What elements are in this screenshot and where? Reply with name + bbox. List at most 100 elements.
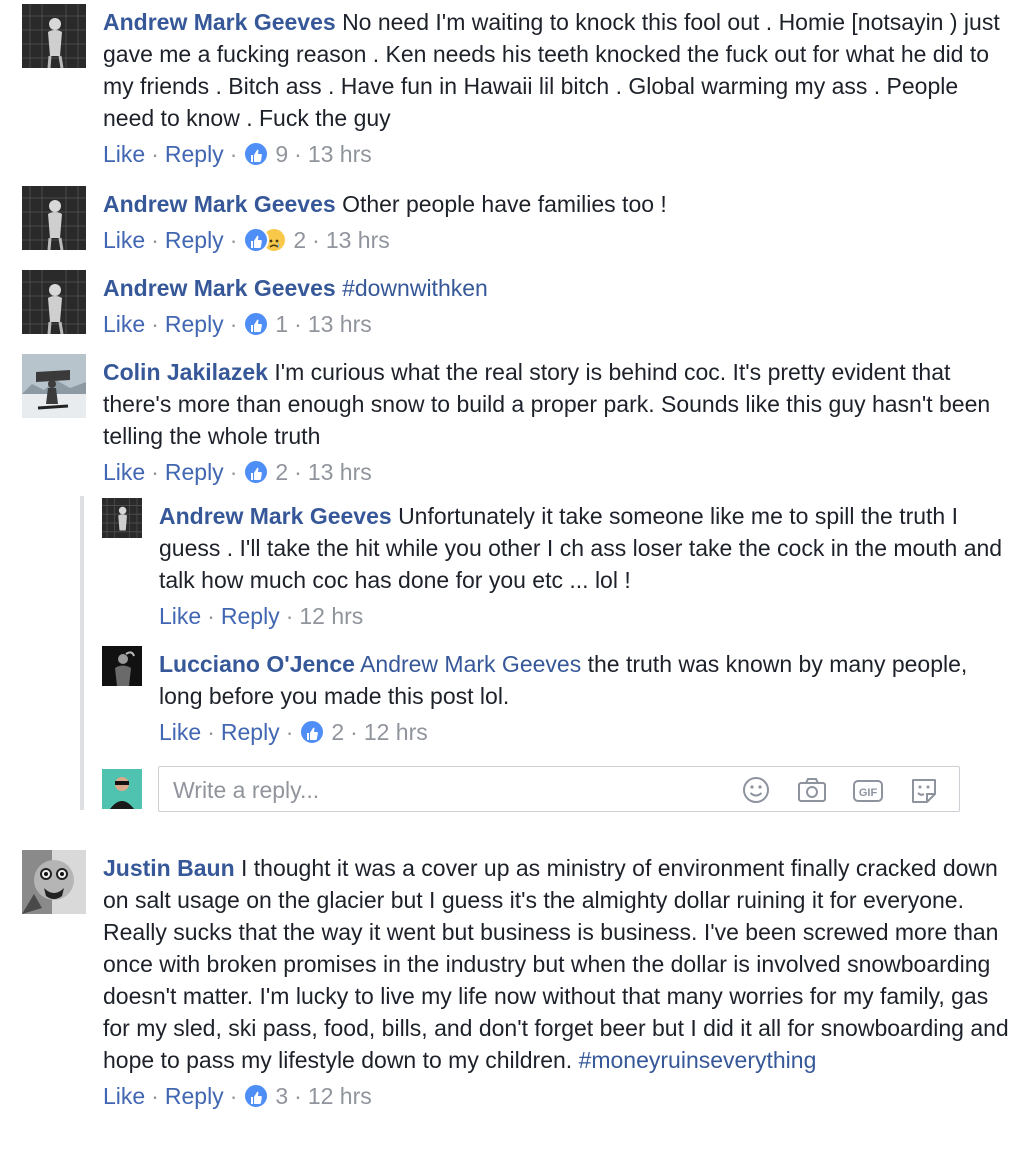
separator-dot: · <box>207 719 215 745</box>
reactions[interactable] <box>243 1083 270 1109</box>
reactions[interactable] <box>243 459 270 485</box>
reaction-count: 2 <box>275 459 289 485</box>
comment-actions: Like · Reply · 9 · 13 hrs <box>103 136 1010 172</box>
reply-input[interactable] <box>171 773 715 807</box>
separator-dot: · <box>285 719 294 745</box>
reply-link[interactable]: Reply <box>165 1080 224 1112</box>
reply-link[interactable]: Reply <box>165 456 224 488</box>
like-reaction-icon <box>243 227 270 253</box>
avatar[interactable] <box>22 270 86 334</box>
like-link[interactable]: Like <box>103 138 145 170</box>
comment-body: Andrew Mark Geeves Unfortunately it take… <box>159 500 1010 634</box>
comment-body: Lucciano O'Jence Andrew Mark Geeves the … <box>159 648 1010 750</box>
svg-text:GIF: GIF <box>859 787 878 799</box>
comment-text: Lucciano O'Jence Andrew Mark Geeves the … <box>159 648 1010 712</box>
mention-link[interactable]: Andrew Mark Geeves <box>360 651 581 677</box>
comment-actions: Like · Reply · 2 · 12 hrs <box>159 714 1010 750</box>
comment-text: Andrew Mark Geeves No need I'm waiting t… <box>103 6 1010 134</box>
comment-actions: Like · Reply · 3 · 12 hrs <box>103 1078 1010 1114</box>
reaction-count: 2 <box>331 719 345 745</box>
comment-body: Andrew Mark Geeves Other people have fam… <box>103 188 1010 258</box>
comment-actions: Like · Reply · 12 hrs <box>159 598 1010 634</box>
reply-link[interactable]: Reply <box>165 138 224 170</box>
comment-author[interactable]: Justin Baun <box>103 855 235 881</box>
separator-dot: · <box>294 141 302 167</box>
like-link[interactable]: Like <box>103 1080 145 1112</box>
comment-author[interactable]: Andrew Mark Geeves <box>159 503 392 529</box>
comment-text: Andrew Mark Geeves Other people have fam… <box>103 188 1010 220</box>
reactions[interactable] <box>299 719 326 745</box>
like-reaction-icon <box>299 719 326 745</box>
avatar[interactable] <box>102 498 142 538</box>
like-reaction-icon <box>243 311 270 337</box>
comment-actions: Like · Reply · 2 · 13 hrs <box>103 454 1010 490</box>
comment-actions: Like · Reply · 2 · 13 hrs <box>103 222 1010 258</box>
separator-dot: · <box>229 141 238 167</box>
reactions[interactable] <box>243 311 270 337</box>
separator-dot: · <box>294 459 302 485</box>
reaction-count: 1 <box>275 311 289 337</box>
comment-time[interactable]: 13 hrs <box>308 308 372 340</box>
comment-time[interactable]: 12 hrs <box>299 600 363 632</box>
avatar[interactable] <box>22 850 86 914</box>
comment-text: Andrew Mark Geeves Unfortunately it take… <box>159 500 1010 596</box>
reply-link[interactable]: Reply <box>221 600 280 632</box>
like-link[interactable]: Like <box>103 224 145 256</box>
avatar[interactable] <box>102 646 142 686</box>
hashtag-link[interactable]: #downwithken <box>342 275 488 301</box>
emoji-icon[interactable] <box>739 774 773 806</box>
comment-message: Other people have families too ! <box>342 191 667 217</box>
comment-author[interactable]: Colin Jakilazek <box>103 359 268 385</box>
camera-icon[interactable] <box>795 774 829 806</box>
gif-icon[interactable]: GIF <box>851 774 885 806</box>
like-link[interactable]: Like <box>159 600 201 632</box>
separator-dot: · <box>229 1083 238 1109</box>
sticker-icon[interactable] <box>907 774 941 806</box>
like-link[interactable]: Like <box>103 456 145 488</box>
reply-box: GIF <box>158 766 960 812</box>
separator-dot: · <box>285 603 294 629</box>
separator-dot: · <box>151 459 159 485</box>
reply-link[interactable]: Reply <box>165 224 224 256</box>
comment-body: Andrew Mark Geeves No need I'm waiting t… <box>103 6 1010 172</box>
comment-author[interactable]: Lucciano O'Jence <box>159 651 355 677</box>
like-link[interactable]: Like <box>159 716 201 748</box>
comment-author[interactable]: Andrew Mark Geeves <box>103 9 336 35</box>
comment-body: Andrew Mark Geeves #downwithken Like · R… <box>103 272 1010 342</box>
comment-author[interactable]: Andrew Mark Geeves <box>103 275 336 301</box>
like-link[interactable]: Like <box>103 308 145 340</box>
avatar[interactable] <box>22 186 86 250</box>
reply-link[interactable]: Reply <box>165 308 224 340</box>
comment-body: Justin Baun I thought it was a cover up … <box>103 852 1010 1114</box>
comment-time[interactable]: 12 hrs <box>308 1080 372 1112</box>
reply-thread-line <box>80 496 84 810</box>
comment-message: I thought it was a cover up as ministry … <box>103 855 1009 1073</box>
comment-actions: Like · Reply · 1 · 13 hrs <box>103 306 1010 342</box>
avatar[interactable] <box>22 4 86 68</box>
separator-dot: · <box>294 311 302 337</box>
separator-dot: · <box>350 719 358 745</box>
comment-text: Andrew Mark Geeves #downwithken <box>103 272 1010 304</box>
hashtag-link[interactable]: #moneyruinseverything <box>579 1047 817 1073</box>
comment-time[interactable]: 12 hrs <box>364 716 428 748</box>
comment-time[interactable]: 13 hrs <box>308 138 372 170</box>
reactions[interactable] <box>243 141 270 167</box>
separator-dot: · <box>207 603 215 629</box>
avatar[interactable] <box>22 354 86 418</box>
comment-author[interactable]: Andrew Mark Geeves <box>103 191 336 217</box>
separator-dot: · <box>229 311 238 337</box>
reaction-count: 9 <box>275 141 289 167</box>
like-reaction-icon <box>243 459 270 485</box>
separator-dot: · <box>294 1083 302 1109</box>
reply-composer-avatar <box>102 769 142 809</box>
reaction-count: 3 <box>275 1083 289 1109</box>
comment-body: Colin Jakilazek I'm curious what the rea… <box>103 356 1010 490</box>
comment-time[interactable]: 13 hrs <box>308 456 372 488</box>
separator-dot: · <box>151 227 159 253</box>
separator-dot: · <box>151 141 159 167</box>
reply-link[interactable]: Reply <box>221 716 280 748</box>
reactions[interactable] <box>243 227 288 253</box>
separator-dot: · <box>312 227 320 253</box>
comment-text: Colin Jakilazek I'm curious what the rea… <box>103 356 1010 452</box>
comment-time[interactable]: 13 hrs <box>326 224 390 256</box>
